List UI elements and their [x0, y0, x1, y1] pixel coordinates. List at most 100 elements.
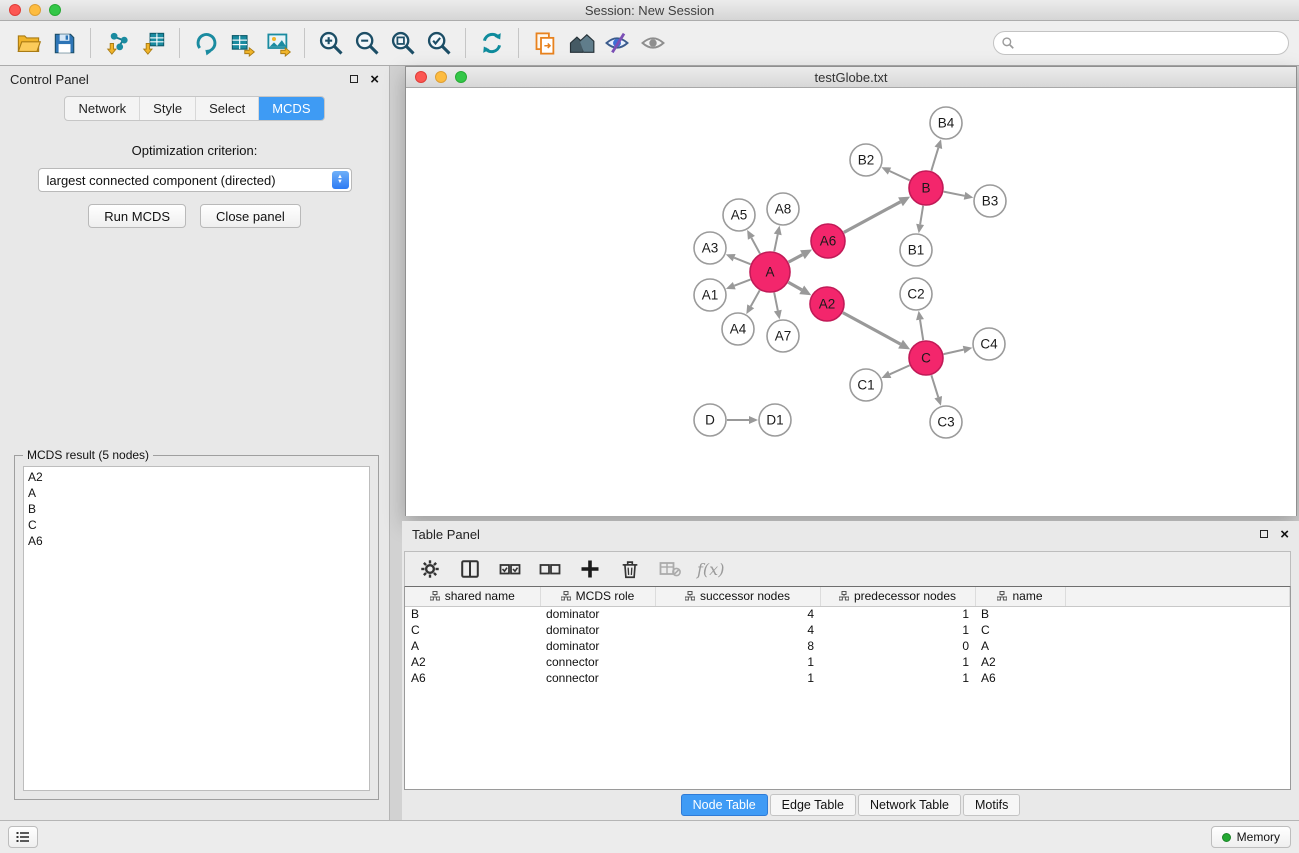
minimize-window-button[interactable] — [29, 4, 41, 16]
graph-node-A4[interactable]: A4 — [722, 313, 754, 345]
export-image-icon[interactable] — [260, 25, 296, 61]
graph-node-B2[interactable]: B2 — [850, 144, 882, 176]
column-chooser-icon[interactable] — [457, 556, 483, 582]
run-mcds-button[interactable]: Run MCDS — [88, 204, 186, 228]
network-zoom-button[interactable] — [455, 71, 467, 83]
graph-node-B[interactable]: B — [909, 171, 943, 205]
edge-A2-C[interactable] — [843, 313, 901, 344]
edge-C-C2[interactable] — [920, 320, 923, 341]
table-row[interactable]: Cdominator41C — [405, 622, 1290, 638]
zoom-out-icon[interactable] — [349, 25, 385, 61]
graph-node-B1[interactable]: B1 — [900, 234, 932, 266]
node-table-container[interactable]: shared nameMCDS rolesuccessor nodesprede… — [404, 587, 1291, 790]
first-neighbors-icon[interactable] — [527, 25, 563, 61]
function-builder-icon[interactable]: f(x) — [697, 560, 724, 579]
eye-icon[interactable] — [635, 25, 671, 61]
edge-A-A1[interactable] — [734, 280, 750, 286]
tab-motifs[interactable]: Motifs — [963, 794, 1020, 816]
table-row[interactable]: A2connector11A2 — [405, 654, 1290, 670]
delete-icon[interactable] — [617, 556, 643, 582]
save-session-icon[interactable] — [46, 25, 82, 61]
graph-node-A2[interactable]: A2 — [810, 287, 844, 321]
edge-A-A6[interactable] — [789, 255, 803, 262]
tab-network[interactable]: Network — [65, 97, 140, 120]
graph-node-C2[interactable]: C2 — [900, 278, 932, 310]
graph-node-A1[interactable]: A1 — [694, 279, 726, 311]
column-header[interactable]: MCDS role — [540, 587, 655, 606]
graph-node-B4[interactable]: B4 — [930, 107, 962, 139]
import-table-icon[interactable] — [135, 25, 171, 61]
close-panel-icon[interactable]: × — [370, 72, 379, 87]
graph-node-A7[interactable]: A7 — [767, 320, 799, 352]
table-row[interactable]: Bdominator41B — [405, 606, 1290, 622]
table-row[interactable]: Adominator80A — [405, 638, 1290, 654]
show-panels-button[interactable] — [8, 826, 38, 848]
edge-A6-B[interactable] — [844, 202, 901, 233]
edge-A-A4[interactable] — [751, 290, 760, 306]
list-item[interactable]: A2 — [24, 469, 369, 485]
tab-style[interactable]: Style — [140, 97, 196, 120]
graph-node-A5[interactable]: A5 — [723, 199, 755, 231]
mcds-result-list[interactable]: A2ABCA6 — [23, 466, 370, 791]
edge-A-A7[interactable] — [774, 293, 778, 311]
edge-A-A8[interactable] — [774, 234, 778, 251]
apply-layout-icon[interactable] — [474, 25, 510, 61]
gear-icon[interactable] — [417, 556, 443, 582]
select-all-icon[interactable] — [497, 556, 523, 582]
network-canvas[interactable]: B4B2BB3A5A8A6A3B1AA1A2C2A4A7C4CC1C3DD1 — [406, 88, 1296, 516]
column-header[interactable]: successor nodes — [655, 587, 820, 606]
open-file-icon[interactable] — [10, 25, 46, 61]
style-brush-icon[interactable] — [599, 25, 635, 61]
tab-select[interactable]: Select — [196, 97, 259, 120]
column-header[interactable]: shared name — [405, 587, 540, 606]
unselect-all-icon[interactable] — [537, 556, 563, 582]
table-close-panel-icon[interactable]: × — [1280, 527, 1289, 542]
tab-edge-table[interactable]: Edge Table — [770, 794, 856, 816]
column-header[interactable]: name — [975, 587, 1065, 606]
hide-columns-icon[interactable] — [657, 556, 683, 582]
edge-A-A3[interactable] — [734, 258, 750, 265]
edge-A-A2[interactable] — [788, 282, 801, 290]
add-column-icon[interactable] — [577, 556, 603, 582]
zoom-selected-icon[interactable] — [421, 25, 457, 61]
memory-button[interactable]: Memory — [1211, 826, 1291, 848]
edge-A-A5[interactable] — [751, 238, 760, 254]
tab-node-table[interactable]: Node Table — [681, 794, 768, 816]
tab-network-table[interactable]: Network Table — [858, 794, 961, 816]
edge-C-C1[interactable] — [890, 365, 910, 374]
table-float-panel-icon[interactable] — [1260, 530, 1268, 538]
close-window-button[interactable] — [9, 4, 21, 16]
edge-B-B2[interactable] — [890, 171, 910, 180]
graph-node-D1[interactable]: D1 — [759, 404, 791, 436]
list-item[interactable]: C — [24, 517, 369, 533]
edge-C-C4[interactable] — [944, 350, 964, 354]
zoom-window-button[interactable] — [49, 4, 61, 16]
graph-node-C[interactable]: C — [909, 341, 943, 375]
criterion-dropdown[interactable]: largest connected component (directed) ▲… — [38, 168, 352, 192]
zoom-in-icon[interactable] — [313, 25, 349, 61]
zoom-fit-icon[interactable] — [385, 25, 421, 61]
graph-node-A8[interactable]: A8 — [767, 193, 799, 225]
list-item[interactable]: B — [24, 501, 369, 517]
list-item[interactable]: A — [24, 485, 369, 501]
list-item[interactable]: A6 — [24, 533, 369, 549]
graph-node-B3[interactable]: B3 — [974, 185, 1006, 217]
graph-node-C1[interactable]: C1 — [850, 369, 882, 401]
graph-node-C3[interactable]: C3 — [930, 406, 962, 438]
float-panel-icon[interactable] — [350, 75, 358, 83]
export-table-icon[interactable] — [224, 25, 260, 61]
edge-C-C3[interactable] — [931, 375, 938, 397]
export-network-icon[interactable] — [188, 25, 224, 61]
edge-B-B3[interactable] — [944, 192, 965, 196]
edge-B-B1[interactable] — [920, 206, 923, 225]
graph-node-A3[interactable]: A3 — [694, 232, 726, 264]
edge-B-B4[interactable] — [931, 148, 938, 171]
tab-mcds[interactable]: MCDS — [259, 97, 323, 120]
table-row[interactable]: A6connector11A6 — [405, 670, 1290, 686]
column-header[interactable]: predecessor nodes — [820, 587, 975, 606]
network-close-button[interactable] — [415, 71, 427, 83]
graph-node-A[interactable]: A — [750, 252, 790, 292]
home-icon[interactable] — [563, 25, 599, 61]
graph-node-A6[interactable]: A6 — [811, 224, 845, 258]
close-panel-button[interactable]: Close panel — [200, 204, 301, 228]
